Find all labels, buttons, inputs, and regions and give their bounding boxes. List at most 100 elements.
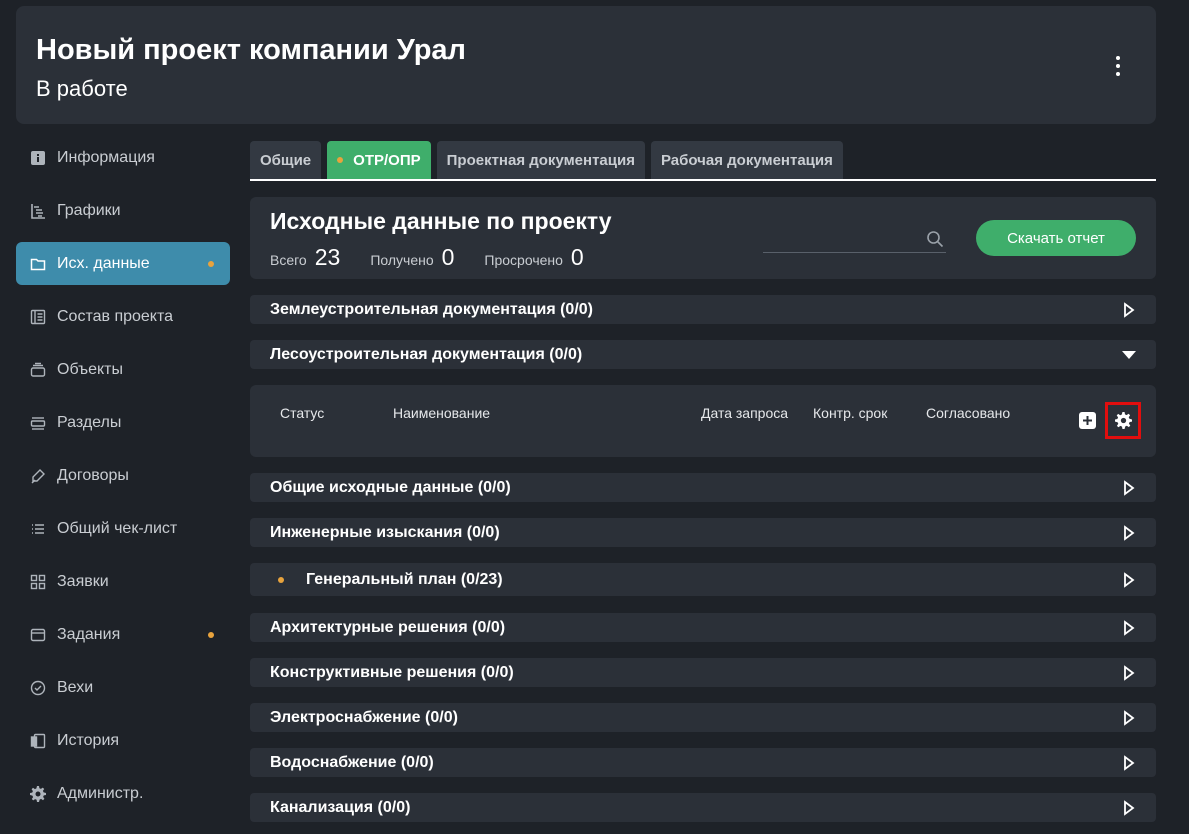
stack-icon: [29, 361, 47, 379]
chevron-right-icon[interactable]: [1122, 665, 1136, 681]
tab-label: Проектная документация: [446, 151, 635, 169]
section-row[interactable]: Лесоустроительная документация (0/0): [250, 340, 1156, 369]
sidebar-item-label: Разделы: [57, 413, 122, 431]
notification-dot: [337, 157, 344, 163]
section-title: Электроснабжение (0/0): [270, 709, 458, 726]
sidebar-item-objects[interactable]: Объекты: [16, 348, 230, 391]
project-title: Новый проект компании Урал: [36, 34, 466, 66]
gear-icon: [29, 785, 47, 803]
chevron-right-icon[interactable]: [1122, 302, 1136, 318]
list-icon: [29, 520, 47, 538]
total-label: Всего: [270, 252, 307, 268]
sidebar-item-admin[interactable]: Администр.: [16, 772, 230, 815]
section-row[interactable]: Конструктивные решения (0/0): [250, 658, 1156, 687]
search-field: [763, 227, 946, 253]
received-value: 0: [441, 244, 455, 270]
search-icon[interactable]: [926, 230, 944, 248]
total-value: 23: [314, 244, 341, 270]
tab-general[interactable]: Общие: [250, 141, 322, 179]
tab-label: Рабочая документация: [660, 151, 833, 169]
section-title: Генеральный план (0/23): [306, 571, 503, 588]
kebab-menu-icon[interactable]: [1106, 54, 1130, 78]
notification-dot: [208, 261, 214, 267]
summary-title: Исходные данные по проекту: [270, 208, 612, 234]
history-icon: [29, 732, 47, 750]
sidebar-item-label: Информация: [57, 148, 155, 166]
search-input[interactable]: [763, 227, 918, 251]
section-title: Водоснабжение (0/0): [270, 754, 434, 771]
sidebar-item-label: Задания: [57, 625, 121, 643]
column-header: Наименование: [393, 405, 491, 421]
section-row[interactable]: Электроснабжение (0/0): [250, 703, 1156, 732]
overdue-label: Просрочено: [484, 252, 563, 268]
sidebar-item-label: Общий чек-лист: [57, 519, 178, 537]
section-row[interactable]: Архитектурные решения (0/0): [250, 613, 1156, 642]
download-report-button[interactable]: Скачать отчет: [976, 220, 1136, 256]
sidebar-item-requests[interactable]: Заявки: [16, 560, 230, 603]
section-title: Конструктивные решения (0/0): [270, 664, 514, 681]
chevron-right-icon[interactable]: [1122, 480, 1136, 496]
sidebar-item-sections[interactable]: Разделы: [16, 401, 230, 444]
sidebar-item-contracts[interactable]: Договоры: [16, 454, 230, 497]
sidebar-item-label: Состав проекта: [57, 307, 174, 325]
sidebar-item-tasks[interactable]: Задания: [16, 613, 230, 656]
sidebar-item-label: История: [57, 731, 120, 749]
sidebar-item-label: Администр.: [57, 784, 144, 802]
column-header: Контр. срок: [813, 405, 888, 421]
chevron-right-icon[interactable]: [1122, 572, 1136, 588]
section-title: Лесоустроительная документация (0/0): [270, 346, 583, 363]
summary-card: Исходные данные по проекту Всего 23 Полу…: [250, 197, 1156, 279]
section-row[interactable]: Инженерные изыскания (0/0): [250, 518, 1156, 547]
grid-icon: [29, 573, 47, 591]
chevron-down-icon[interactable]: [1121, 348, 1137, 362]
section-row[interactable]: Водоснабжение (0/0): [250, 748, 1156, 777]
sidebar-item-milestones[interactable]: Вехи: [16, 666, 230, 709]
section-row[interactable]: Канализация (0/0): [250, 793, 1156, 822]
tab-label: Общие: [260, 151, 312, 169]
section-row[interactable]: Генеральный план (0/23): [250, 563, 1156, 596]
project-header: Новый проект компании Урал В работе: [16, 6, 1156, 124]
received-label: Получено: [370, 252, 434, 268]
sidebar-item-source-data[interactable]: Исх. данные: [16, 242, 230, 285]
sidebar-item-label: Заявки: [57, 572, 109, 590]
section-title: Землеустроительная документация (0/0): [270, 301, 593, 318]
sidebar: Информация Графики Исх. данные Состав пр…: [16, 136, 230, 825]
chevron-right-icon[interactable]: [1122, 755, 1136, 771]
tasks-icon: [29, 626, 47, 644]
table-settings-button[interactable]: [1105, 402, 1141, 439]
sidebar-item-label: Объекты: [57, 360, 123, 378]
sidebar-item-history[interactable]: История: [16, 719, 230, 762]
tab-project-docs[interactable]: Проектная документация: [436, 141, 645, 179]
overdue-value: 0: [570, 244, 584, 270]
sidebar-item-label: Вехи: [57, 678, 94, 696]
sidebar-item-charts[interactable]: Графики: [16, 189, 230, 232]
notification-dot: [278, 577, 284, 583]
chevron-right-icon[interactable]: [1122, 620, 1136, 636]
plus-icon[interactable]: [1079, 412, 1096, 429]
column-header: Согласовано: [926, 405, 1011, 421]
book-icon: [29, 308, 47, 326]
folder-icon: [29, 255, 47, 273]
section-row[interactable]: Землеустроительная документация (0/0): [250, 295, 1156, 324]
column-header: Статус: [280, 405, 325, 421]
column-header: Дата запроса: [701, 405, 789, 421]
gantt-icon: [29, 202, 47, 220]
chevron-right-icon[interactable]: [1122, 525, 1136, 541]
chevron-right-icon[interactable]: [1122, 710, 1136, 726]
tab-bar: Общие ОТР/ОПР Проектная документация Раб…: [250, 141, 1156, 181]
section-row[interactable]: Общие исходные данные (0/0): [250, 473, 1156, 502]
sidebar-item-label: Графики: [57, 201, 121, 219]
notification-dot: [208, 632, 214, 638]
sidebar-item-label: Исх. данные: [57, 254, 150, 272]
tab-otr-opr[interactable]: ОТР/ОПР: [327, 141, 431, 179]
sidebar-item-label: Договоры: [57, 466, 129, 484]
section-title: Общие исходные данные (0/0): [270, 479, 511, 496]
section-title: Инженерные изыскания (0/0): [270, 524, 500, 541]
sidebar-item-checklist[interactable]: Общий чек-лист: [16, 507, 230, 550]
chevron-right-icon[interactable]: [1122, 800, 1136, 816]
sidebar-item-project-composition[interactable]: Состав проекта: [16, 295, 230, 338]
project-status: В работе: [36, 76, 128, 101]
tab-working-docs[interactable]: Рабочая документация: [650, 141, 843, 179]
sidebar-item-info[interactable]: Информация: [16, 136, 230, 179]
tab-label: ОТР/ОПР: [353, 151, 421, 169]
